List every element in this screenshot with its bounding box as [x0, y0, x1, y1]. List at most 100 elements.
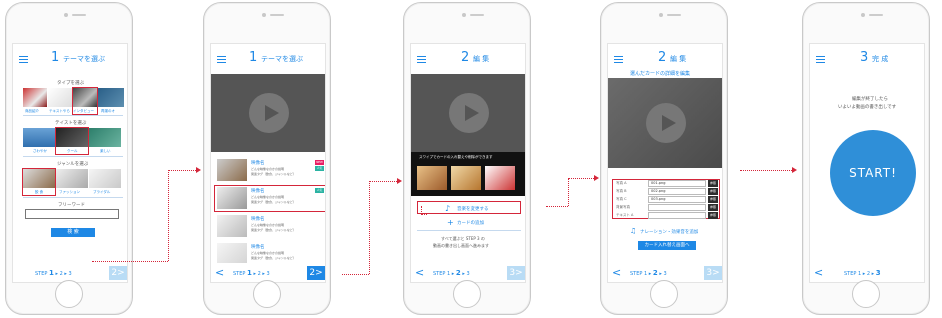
arrow-head-icon: [792, 167, 797, 173]
subtitle: 選んだカードの詳細を編集: [630, 71, 691, 77]
type-thumb[interactable]: [98, 88, 124, 107]
card-thumb[interactable]: [451, 166, 481, 190]
card-swap-button[interactable]: カード入れ替え画面へ: [638, 241, 696, 250]
camera-icon: [64, 13, 68, 17]
freeword-label: フリーワード: [58, 203, 85, 208]
flow-arrow: [421, 214, 427, 215]
prev-button[interactable]: <: [415, 266, 424, 279]
video-desc: どんな映像なのかの説明: [251, 223, 285, 227]
video-preview[interactable]: [211, 74, 325, 152]
genre-thumb[interactable]: [56, 169, 88, 188]
card-thumb[interactable]: [485, 166, 515, 190]
header: 2 編 集: [608, 50, 722, 68]
taste-thumb[interactable]: [89, 128, 121, 147]
background-photo-field[interactable]: [648, 204, 706, 211]
flow-arrow: [568, 178, 594, 179]
type-caption: テキストやら: [49, 109, 70, 113]
browse-button[interactable]: 参照: [708, 204, 718, 211]
play-icon[interactable]: [646, 103, 686, 143]
video-tags: 関連タグ（飲食、ジャンルなど）: [251, 256, 296, 260]
genre-caption: ブライダル: [93, 190, 111, 194]
prev-button[interactable]: <: [215, 266, 224, 279]
home-button[interactable]: [650, 280, 678, 308]
flow-arrow: [168, 170, 169, 261]
field-label: 写真 A: [616, 181, 627, 185]
search-button[interactable]: 検 索: [51, 228, 95, 237]
text-a-field[interactable]: [648, 212, 706, 219]
photo-b-field[interactable]: 002.png: [648, 188, 706, 195]
speaker-icon: [270, 14, 284, 16]
genre-thumb[interactable]: [89, 169, 121, 188]
divider: [23, 156, 123, 157]
card-thumb[interactable]: [417, 166, 447, 190]
menu-icon[interactable]: [19, 56, 28, 63]
next-button[interactable]: 3>: [507, 266, 525, 280]
home-button[interactable]: [453, 280, 481, 308]
header: 1 テーマを選ぶ: [13, 50, 127, 68]
phone-frame: 3 完 成 編集が終了したら いよいよ動画の書き出しです START! < ST…: [802, 2, 930, 315]
browse-button[interactable]: 参照: [708, 180, 718, 187]
taste-thumb[interactable]: [23, 128, 55, 147]
next-button[interactable]: 2>: [307, 266, 325, 280]
header: 1 テーマを選ぶ: [211, 50, 325, 68]
browse-button[interactable]: 参照: [708, 196, 718, 203]
photo-a-field[interactable]: 001.png: [648, 180, 706, 187]
list-item[interactable]: 映像名 どんな映像なのかの説明 関連タグ（飲食、ジャンルなど）: [211, 241, 325, 265]
home-button[interactable]: [55, 280, 83, 308]
menu-icon[interactable]: [217, 56, 226, 63]
list-item[interactable]: 映像名 どんな映像なのかの説明 関連タグ（飲食、ジャンルなど） NEW 人気: [211, 157, 325, 183]
add-card-icon: +: [447, 218, 454, 227]
next-button[interactable]: 3>: [704, 266, 722, 280]
flow-arrow: [369, 181, 397, 182]
start-button[interactable]: START!: [830, 130, 916, 216]
video-name: 映像名: [251, 161, 265, 166]
step-number: 2: [461, 50, 470, 65]
prev-button[interactable]: <: [814, 266, 823, 279]
divider: [23, 115, 123, 116]
video-tags: 関連タグ（飲食、ジャンルなど）: [251, 172, 296, 176]
step-number: 1: [51, 50, 60, 65]
menu-icon[interactable]: [614, 56, 623, 63]
prev-button[interactable]: <: [612, 266, 621, 279]
phone-frame: 2 編 集 スワイプでカードの入れ替えや削除ができます ♪ 音楽を変更する + …: [403, 2, 531, 315]
change-music-button[interactable]: 音楽を変更する: [457, 206, 489, 212]
video-name: 映像名: [251, 217, 265, 222]
video-preview[interactable]: [608, 78, 722, 168]
header: 3 完 成: [810, 50, 924, 68]
genre-label: ジャンルを選ぶ: [57, 162, 89, 167]
step-indicator: STEP 1 ▸ 2 ▸ 3: [630, 269, 667, 277]
type-thumb[interactable]: [23, 88, 47, 107]
field-label: 背景写真: [616, 205, 630, 209]
browse-button[interactable]: 参照: [708, 212, 718, 219]
taste-caption: さわやか: [33, 149, 47, 153]
browse-button[interactable]: 参照: [708, 188, 718, 195]
list-item[interactable]: 映像名 どんな映像なのかの説明 関連タグ（飲食、ジャンルなど）: [211, 213, 325, 239]
type-thumb[interactable]: [48, 88, 72, 107]
home-button[interactable]: [852, 280, 880, 308]
video-thumbnail: [217, 243, 247, 263]
add-card-button[interactable]: カードの追加: [457, 220, 484, 226]
page-title: 完 成: [872, 55, 889, 63]
page-title: 編 集: [473, 55, 490, 63]
arrow-head-icon: [397, 178, 402, 184]
add-narration-button[interactable]: ナレーション・効果音を追加: [640, 229, 698, 235]
play-icon[interactable]: [249, 93, 289, 133]
music-note-icon: ♪: [445, 204, 451, 213]
home-button[interactable]: [253, 280, 281, 308]
step-indicator: STEP 1 ▸ 2 ▸ 3: [844, 269, 881, 277]
menu-icon[interactable]: [417, 56, 426, 63]
page-title: テーマを選ぶ: [261, 55, 303, 63]
freeword-input[interactable]: [25, 209, 119, 219]
step-number: 2: [658, 50, 667, 65]
video-preview[interactable]: [411, 74, 525, 152]
card-strip: スワイプでカードの入れ替えや削除ができます: [411, 152, 525, 196]
photo-c-field[interactable]: 003.png: [648, 196, 706, 203]
play-icon[interactable]: [449, 93, 489, 133]
popular-badge: 人気: [315, 166, 324, 171]
screen-edit-cards: 2 編 集 スワイプでカードの入れ替えや削除ができます ♪ 音楽を変更する + …: [410, 43, 526, 283]
flow-arrow: [168, 170, 196, 171]
page-title: 編 集: [670, 55, 687, 63]
menu-icon[interactable]: [816, 56, 825, 63]
next-button[interactable]: 2>: [109, 266, 127, 280]
camera-icon: [262, 13, 266, 17]
